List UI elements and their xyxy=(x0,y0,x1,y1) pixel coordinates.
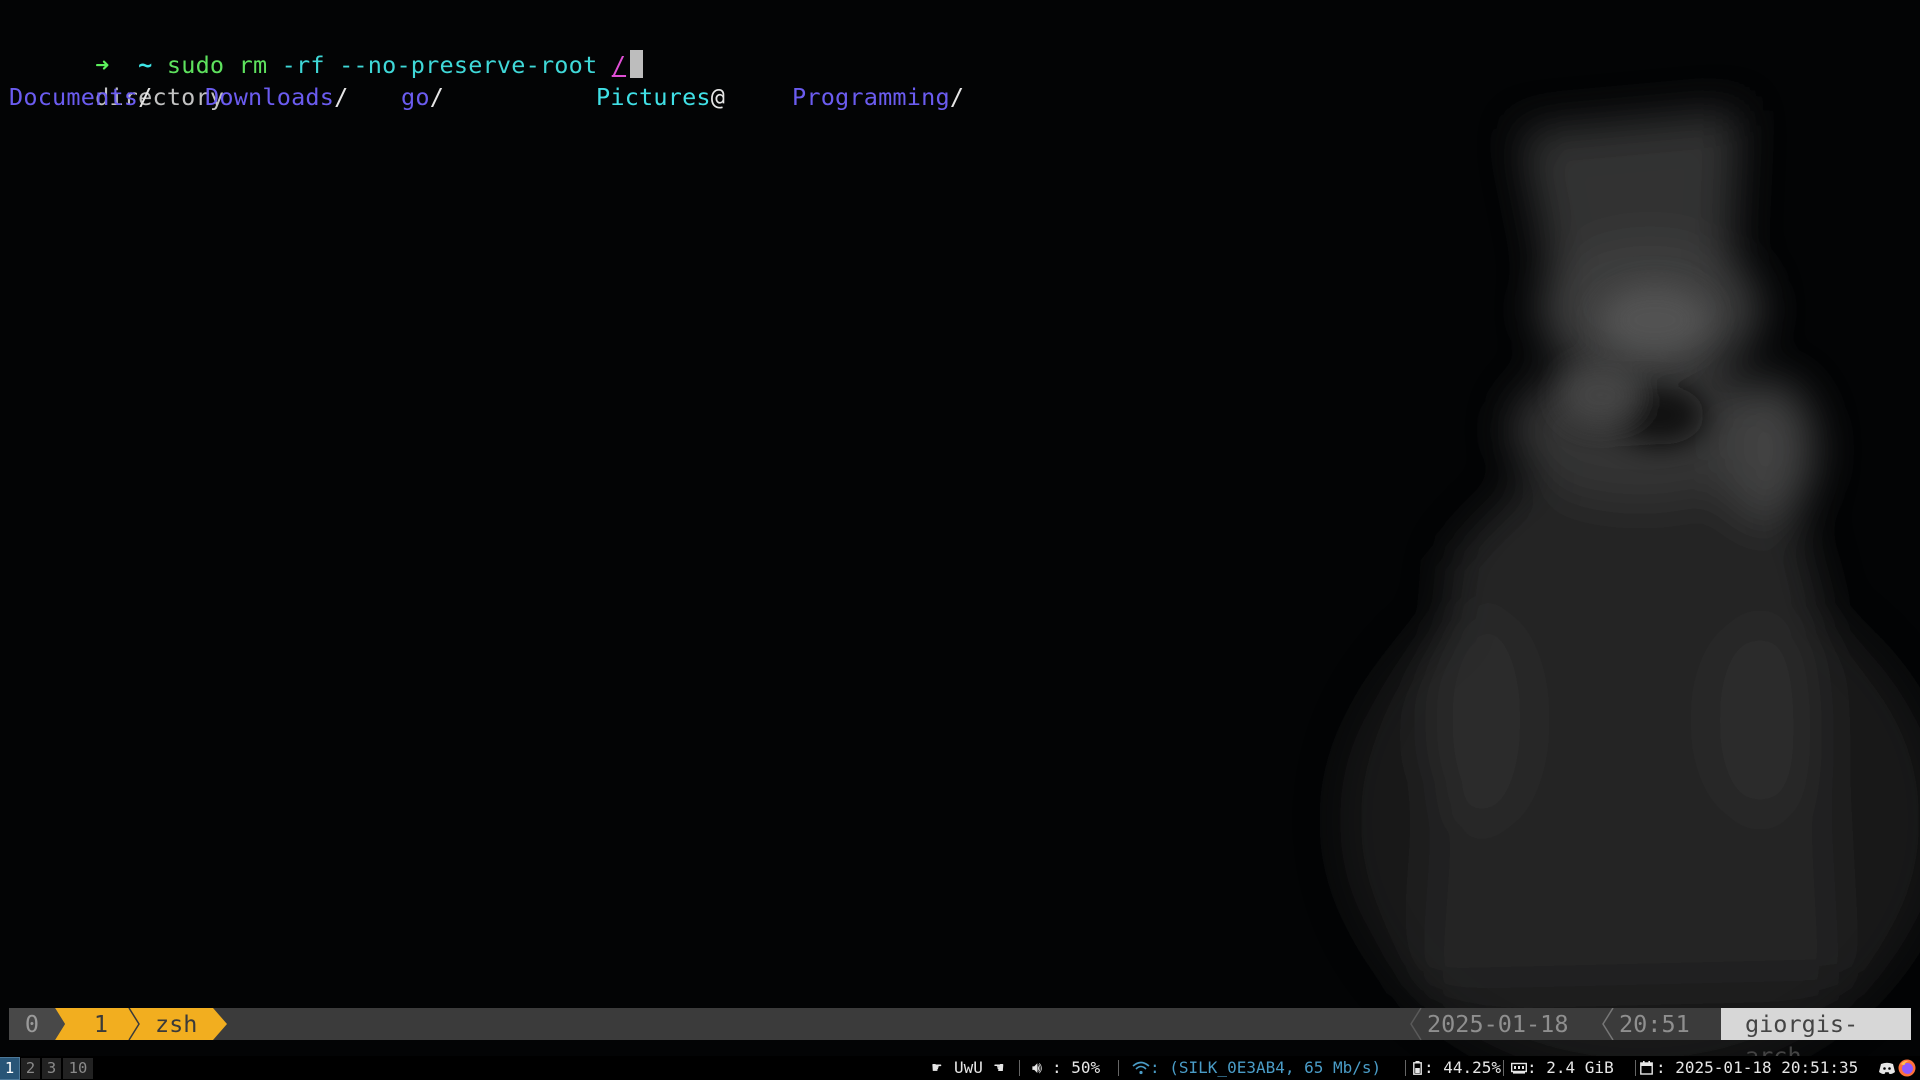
status-separator xyxy=(1405,1060,1406,1076)
completion-item-name: Downloads xyxy=(205,83,335,111)
memory-status[interactable]: : 2.4 GiB xyxy=(1527,1056,1614,1080)
tmux-hostname: giorgis-arch xyxy=(1721,1008,1911,1070)
tmux-date: 2025-01-18 xyxy=(1427,1010,1569,1038)
completion-item-suffix: / xyxy=(334,83,349,111)
tmux-window-name[interactable]: zsh xyxy=(141,1008,213,1040)
completion-item-pictures[interactable]: Pictures@ xyxy=(596,81,725,113)
completion-item-downloads[interactable]: Downloads/ xyxy=(205,81,349,113)
wifi-status[interactable]: : (SILK_0E3AB4, 65 Mb/s) xyxy=(1150,1056,1381,1080)
completion-item-name: Programming xyxy=(792,83,950,111)
completion-item-programming[interactable]: Programming/ xyxy=(792,81,964,113)
completion-item-name: go xyxy=(401,83,430,111)
workspace-button-2[interactable]: 2 xyxy=(21,1058,40,1079)
status-separator xyxy=(1019,1060,1020,1076)
firefox-icon[interactable] xyxy=(1898,1059,1916,1077)
completion-header: directory xyxy=(9,49,224,111)
workspace-button-10[interactable]: 10 xyxy=(63,1058,93,1079)
tmux-status-bar: 0 1 zsh 2025-01-18 20:51 giorgis-arch xyxy=(9,1008,1911,1070)
command-line[interactable]: ➜ ~ sudo rm -rf --no-preserve-root / xyxy=(9,17,644,79)
tmux-session[interactable]: 0 xyxy=(9,1008,55,1040)
media-status[interactable]: UwU xyxy=(954,1056,983,1080)
workspace-button-1[interactable]: 1 xyxy=(0,1057,20,1080)
i3-status-bar: 1 2 3 10 ☛ UwU ☚ 🔊︎ : 50% : (SILK_0E3AB4… xyxy=(0,1056,1920,1080)
memory-icon xyxy=(1511,1062,1527,1074)
wifi-icon xyxy=(1132,1061,1150,1075)
completion-item-name: Pictures xyxy=(596,83,711,111)
completion-item-name: Documents xyxy=(9,83,139,111)
hand-pointing-left-icon: ☚ xyxy=(994,1058,1004,1077)
completion-item-suffix: / xyxy=(138,83,153,111)
powerline-chevron-icon xyxy=(1602,1008,1614,1040)
battery-status[interactable]: : 44.25% xyxy=(1424,1056,1501,1080)
battery-icon xyxy=(1413,1061,1422,1075)
status-separator xyxy=(1118,1060,1119,1076)
completion-item-suffix: / xyxy=(429,83,445,111)
tmux-time: 20:51 xyxy=(1619,1010,1690,1038)
completion-item-suffix: / xyxy=(949,83,965,111)
tmux-window-index[interactable]: 1 xyxy=(71,1008,131,1040)
terminal-window[interactable]: ➜ ~ sudo rm -rf --no-preserve-root / dir… xyxy=(0,0,1920,1008)
text-cursor xyxy=(630,50,644,78)
powerline-chevron-icon xyxy=(1410,1008,1422,1040)
discord-icon[interactable] xyxy=(1878,1062,1896,1075)
completion-item-suffix: @ xyxy=(710,83,726,111)
calendar-icon xyxy=(1640,1061,1653,1075)
command-args: -rf --no-preserve-root xyxy=(281,51,598,79)
completion-item-go[interactable]: go/ xyxy=(401,81,444,113)
completion-item-documents[interactable]: Documents/ xyxy=(9,81,153,113)
status-separator xyxy=(1635,1060,1636,1076)
speaker-icon: 🔊︎ xyxy=(1032,1058,1043,1077)
desktop-screen: ➜ ~ sudo rm -rf --no-preserve-root / dir… xyxy=(0,0,1920,1080)
status-separator xyxy=(1503,1060,1504,1076)
command-target: / xyxy=(611,51,627,79)
hand-pointing-right-icon: ☛ xyxy=(932,1058,942,1077)
completion-list: Documents/ Downloads/ go/ Pictures@ Prog… xyxy=(9,81,1009,113)
workspace-button-3[interactable]: 3 xyxy=(42,1058,61,1079)
volume-status[interactable]: : 50% xyxy=(1052,1056,1100,1080)
powerline-arrow-icon xyxy=(213,1008,227,1040)
datetime-status[interactable]: : 2025-01-18 20:51:35 xyxy=(1656,1056,1858,1080)
